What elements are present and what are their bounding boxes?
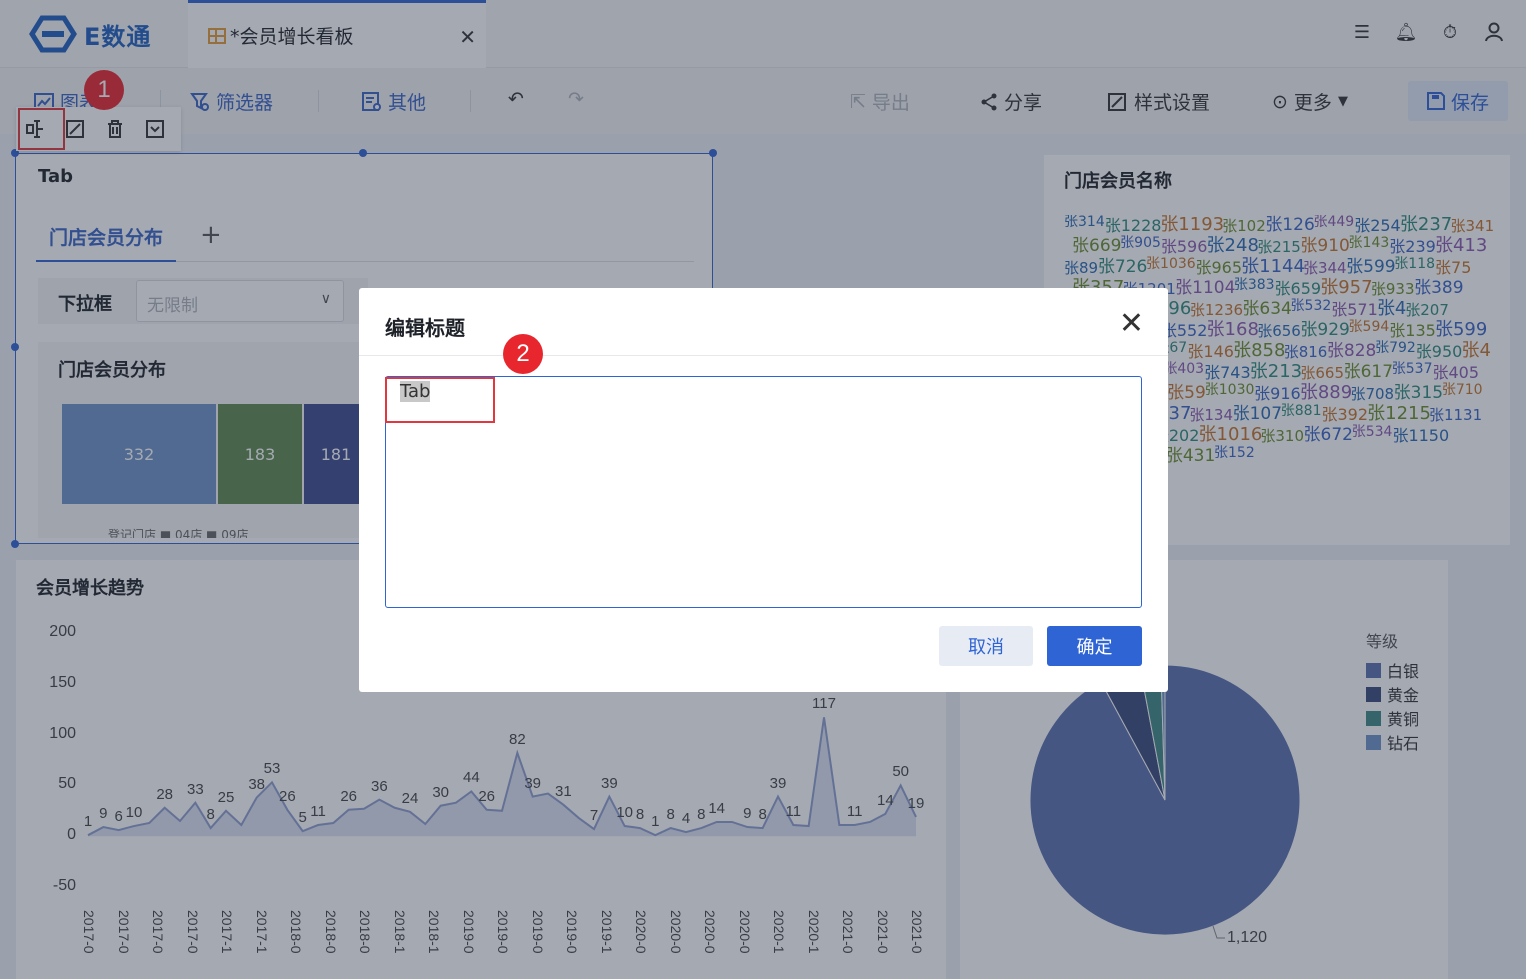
dialog-title: 编辑标题 <box>385 316 465 340</box>
confirm-button[interactable]: 确定 <box>1047 626 1142 666</box>
dialog-divider <box>359 355 1168 356</box>
edit-title-dialog: 编辑标题 ✕ Tab 取消 确定 <box>359 288 1168 692</box>
cancel-button[interactable]: 取消 <box>939 626 1033 666</box>
step-badge: 2 <box>503 334 543 374</box>
title-textarea[interactable]: Tab <box>385 376 1142 608</box>
highlight-box <box>385 377 495 423</box>
close-icon[interactable]: ✕ <box>1119 306 1144 341</box>
